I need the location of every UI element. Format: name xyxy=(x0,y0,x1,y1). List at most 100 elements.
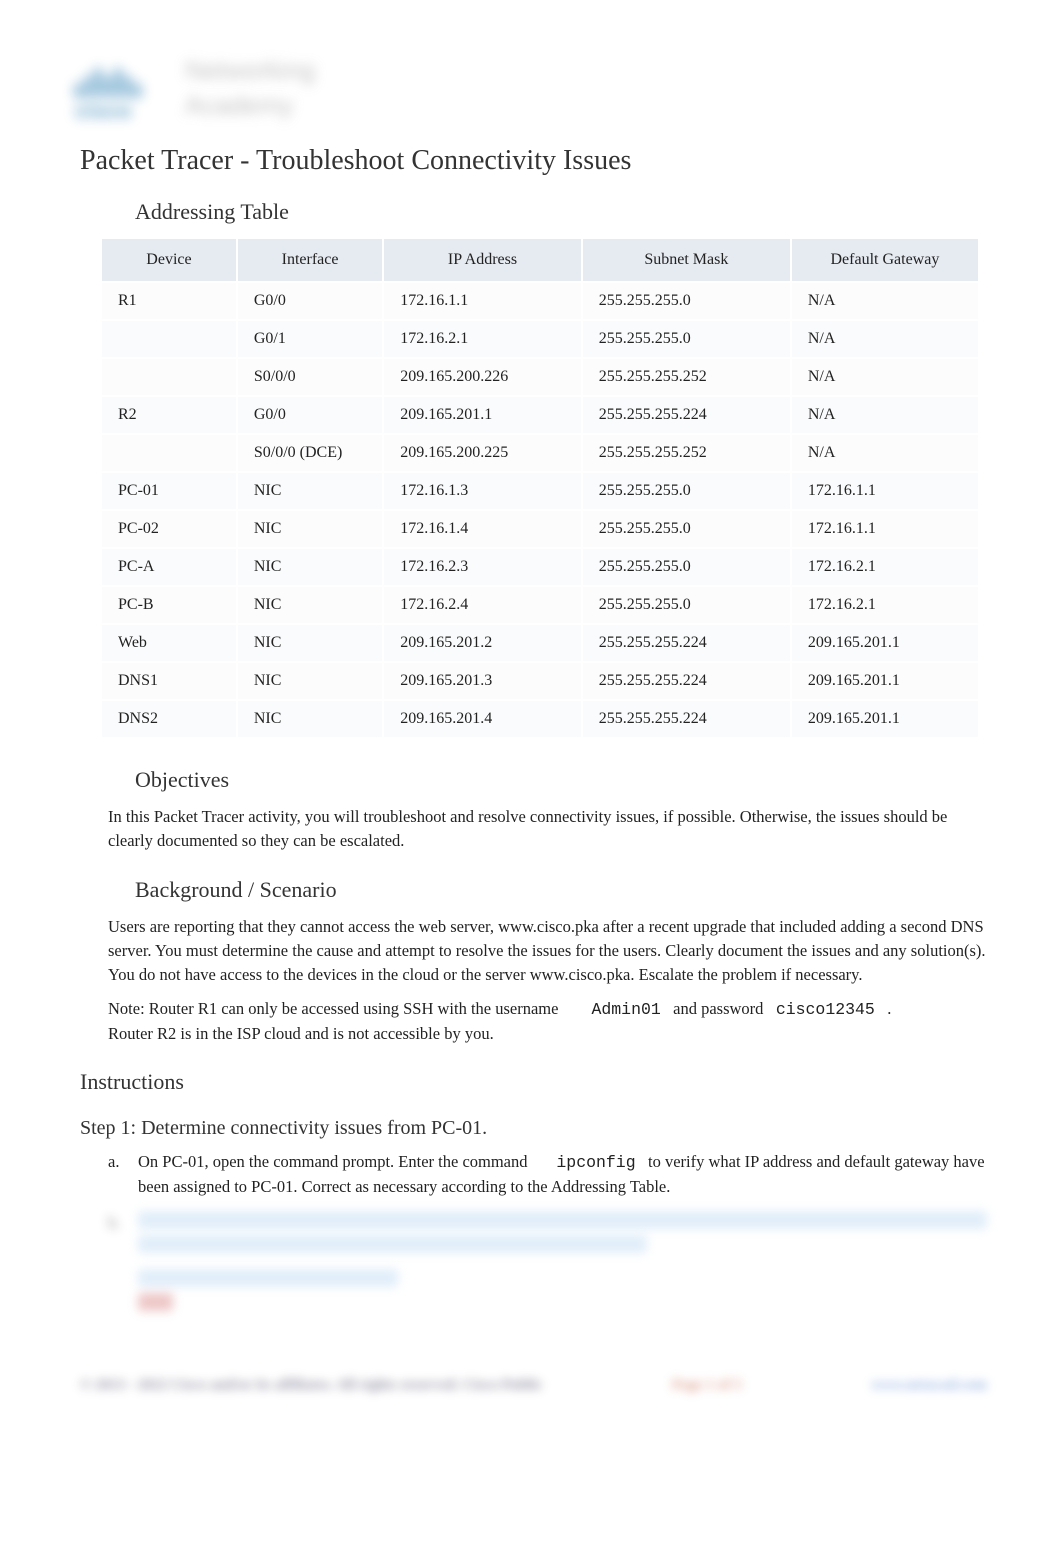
cell-interface: NIC xyxy=(237,472,383,510)
cell-device: R1 xyxy=(101,282,237,320)
table-row: R2G0/0209.165.201.1255.255.255.224N/A xyxy=(101,396,979,434)
cell-device: PC-02 xyxy=(101,510,237,548)
note-text: Note: Router R1 can only be accessed usi… xyxy=(108,997,987,1046)
cell-ip: 172.16.2.1 xyxy=(383,320,582,358)
step-1-list: a. On PC-01, open the command prompt. En… xyxy=(108,1150,987,1317)
page-footer: © 2013 - 2022 Cisco and/or its affiliate… xyxy=(80,1377,987,1394)
cell-interface: NIC xyxy=(237,700,383,738)
cell-device: DNS1 xyxy=(101,662,237,700)
table-row: PC-ANIC172.16.2.3255.255.255.0172.16.2.1 xyxy=(101,548,979,586)
heading-instructions: Instructions xyxy=(80,1069,1062,1095)
logo-text-2: Academy xyxy=(185,90,293,121)
footer-page: Page 1 of 5 xyxy=(672,1377,742,1394)
cell-device: PC-B xyxy=(101,586,237,624)
cell-mask: 255.255.255.224 xyxy=(582,662,791,700)
cell-device: R2 xyxy=(101,396,237,434)
cell-ip: 172.16.1.4 xyxy=(383,510,582,548)
cell-gateway: N/A xyxy=(791,282,979,320)
objectives-text: In this Packet Tracer activity, you will… xyxy=(108,805,987,853)
cell-ip: 209.165.201.2 xyxy=(383,624,582,662)
cell-ip: 209.165.200.225 xyxy=(383,434,582,472)
table-row: DNS1NIC209.165.201.3255.255.255.224209.1… xyxy=(101,662,979,700)
step-1-a-pre: On PC-01, open the command prompt. Enter… xyxy=(138,1152,528,1171)
logo-bars-icon xyxy=(75,58,165,98)
cell-ip: 172.16.1.1 xyxy=(383,282,582,320)
step-1-a-cmd: ipconfig xyxy=(556,1153,635,1172)
col-gateway: Default Gateway xyxy=(791,238,979,282)
table-header-row: Device Interface IP Address Subnet Mask … xyxy=(101,238,979,282)
cell-mask: 255.255.255.0 xyxy=(582,586,791,624)
step-1-b-marker: b. xyxy=(108,1211,138,1317)
logo-brand: cisco xyxy=(75,98,131,124)
step-1-a-marker: a. xyxy=(108,1150,138,1199)
note-username: Admin01 xyxy=(591,1000,660,1019)
col-device: Device xyxy=(101,238,237,282)
note-t3: . xyxy=(887,999,891,1018)
cell-gateway: N/A xyxy=(791,434,979,472)
col-ip: IP Address xyxy=(383,238,582,282)
cell-gateway: 209.165.201.1 xyxy=(791,700,979,738)
cell-mask: 255.255.255.0 xyxy=(582,472,791,510)
cell-ip: 209.165.201.3 xyxy=(383,662,582,700)
cell-ip: 172.16.1.3 xyxy=(383,472,582,510)
table-row: PC-01NIC172.16.1.3255.255.255.0172.16.1.… xyxy=(101,472,979,510)
cell-mask: 255.255.255.0 xyxy=(582,282,791,320)
table-row: G0/1172.16.2.1255.255.255.0N/A xyxy=(101,320,979,358)
cell-device xyxy=(101,320,237,358)
cell-ip: 172.16.2.4 xyxy=(383,586,582,624)
note-password: cisco12345 xyxy=(776,1000,875,1019)
logo: cisco Networking Academy xyxy=(75,50,355,120)
cell-mask: 255.255.255.0 xyxy=(582,320,791,358)
cell-ip: 209.165.200.226 xyxy=(383,358,582,396)
table-row: PC-BNIC172.16.2.4255.255.255.0172.16.2.1 xyxy=(101,586,979,624)
cell-interface: S0/0/0 (DCE) xyxy=(237,434,383,472)
table-row: S0/0/0 (DCE)209.165.200.225255.255.255.2… xyxy=(101,434,979,472)
note-line2: Router R2 is in the ISP cloud and is not… xyxy=(108,1024,494,1043)
addressing-table: Device Interface IP Address Subnet Mask … xyxy=(100,237,980,739)
cell-ip: 209.165.201.1 xyxy=(383,396,582,434)
table-row: PC-02NIC172.16.1.4255.255.255.0172.16.1.… xyxy=(101,510,979,548)
cell-ip: 209.165.201.4 xyxy=(383,700,582,738)
footer-link: www.netacad.com xyxy=(871,1377,987,1394)
cell-interface: G0/1 xyxy=(237,320,383,358)
note-t1: Router R1 can only be accessed using SSH… xyxy=(149,999,559,1018)
cell-mask: 255.255.255.224 xyxy=(582,700,791,738)
heading-step-1: Step 1: Determine connectivity issues fr… xyxy=(80,1117,1062,1140)
cell-device: PC-01 xyxy=(101,472,237,510)
table-row: R1G0/0172.16.1.1255.255.255.0N/A xyxy=(101,282,979,320)
note-prefix: Note: xyxy=(108,999,145,1018)
cell-gateway: 172.16.2.1 xyxy=(791,586,979,624)
table-row: DNS2NIC209.165.201.4255.255.255.224209.1… xyxy=(101,700,979,738)
cell-mask: 255.255.255.224 xyxy=(582,396,791,434)
cell-interface: G0/0 xyxy=(237,282,383,320)
table-row: WebNIC209.165.201.2255.255.255.224209.16… xyxy=(101,624,979,662)
background-text: Users are reporting that they cannot acc… xyxy=(108,915,987,987)
cell-interface: NIC xyxy=(237,510,383,548)
cell-interface: S0/0/0 xyxy=(237,358,383,396)
cell-mask: 255.255.255.0 xyxy=(582,548,791,586)
cell-interface: NIC xyxy=(237,586,383,624)
cell-mask: 255.255.255.224 xyxy=(582,624,791,662)
cell-device: Web xyxy=(101,624,237,662)
col-mask: Subnet Mask xyxy=(582,238,791,282)
cell-gateway: N/A xyxy=(791,358,979,396)
heading-addressing-table: Addressing Table xyxy=(135,199,1062,225)
col-interface: Interface xyxy=(237,238,383,282)
cell-mask: 255.255.255.252 xyxy=(582,358,791,396)
cell-device xyxy=(101,358,237,396)
cell-interface: NIC xyxy=(237,548,383,586)
cell-device: DNS2 xyxy=(101,700,237,738)
footer-copyright: © 2013 - 2022 Cisco and/or its affiliate… xyxy=(80,1377,542,1394)
cell-device xyxy=(101,434,237,472)
page-title: Packet Tracer - Troubleshoot Connectivit… xyxy=(80,145,1062,177)
cell-device: PC-A xyxy=(101,548,237,586)
cell-gateway: N/A xyxy=(791,396,979,434)
cell-gateway: 172.16.1.1 xyxy=(791,510,979,548)
cell-gateway: 172.16.1.1 xyxy=(791,472,979,510)
cell-gateway: 172.16.2.1 xyxy=(791,548,979,586)
step-1-b-blurred xyxy=(138,1211,987,1317)
heading-objectives: Objectives xyxy=(135,767,1062,793)
cell-interface: G0/0 xyxy=(237,396,383,434)
table-row: S0/0/0209.165.200.226255.255.255.252N/A xyxy=(101,358,979,396)
cell-interface: NIC xyxy=(237,624,383,662)
